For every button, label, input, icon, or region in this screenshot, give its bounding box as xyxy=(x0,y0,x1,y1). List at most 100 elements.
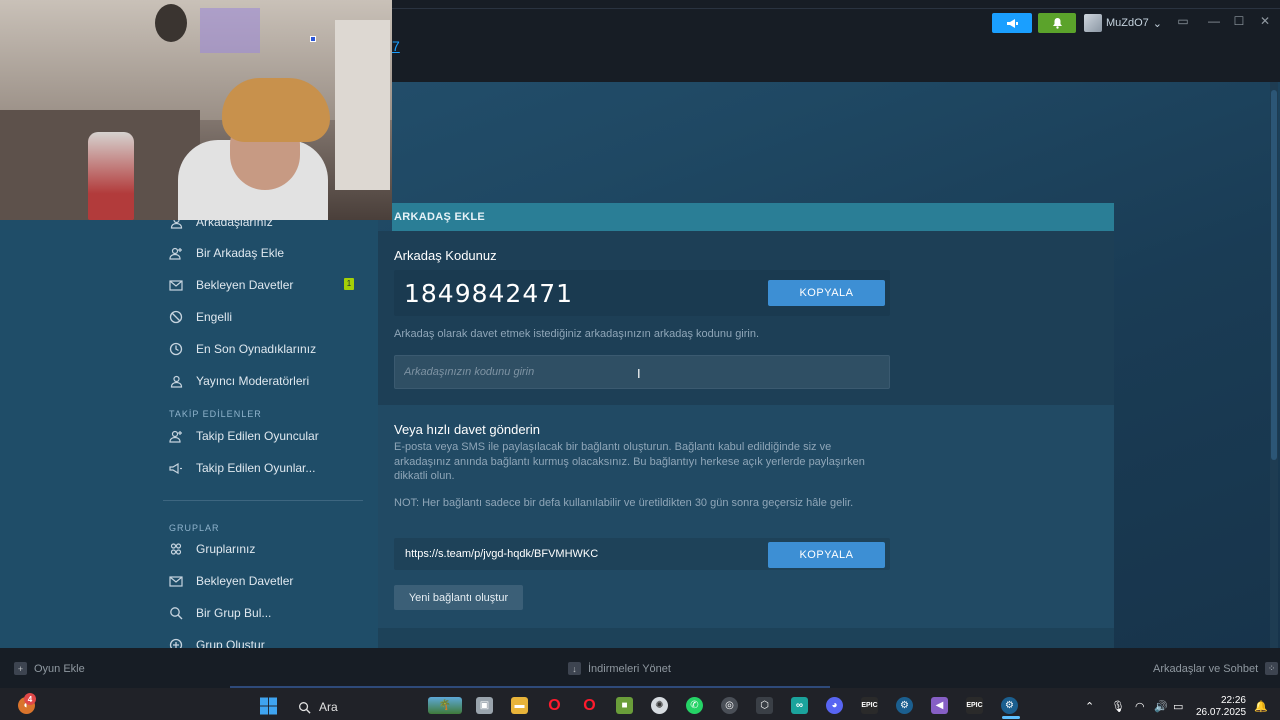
sidebar-item-blocked[interactable]: Engelli xyxy=(168,307,232,327)
username: MuZdO7 xyxy=(1106,17,1149,29)
megaphone-icon xyxy=(1006,18,1018,28)
minecraft-icon[interactable]: ■ xyxy=(616,697,633,714)
whatsapp-icon[interactable]: ✆ xyxy=(686,697,703,714)
scrollbar-thumb[interactable] xyxy=(1271,90,1277,460)
volume-icon[interactable]: 🔊 xyxy=(1154,700,1168,713)
steam-icon[interactable]: ⚙ xyxy=(896,697,913,714)
friends-chat-button[interactable]: Arkadaşlar ve Sohbet ⁘ xyxy=(1153,662,1279,675)
avatar xyxy=(1084,14,1102,32)
chatgpt-icon[interactable]: ✺ xyxy=(651,697,668,714)
quick-invite-note: NOT: Her bağlantı sadece bir defa kullan… xyxy=(394,497,854,509)
start-windows-icon[interactable] xyxy=(260,697,277,714)
webcam-person-hair xyxy=(222,78,330,142)
app-icon[interactable]: ◎ xyxy=(721,697,738,714)
quick-invite-description: E-posta veya SMS ile paylaşılacak bir ba… xyxy=(394,441,865,482)
megaphone-icon xyxy=(168,460,184,476)
add-friend-icon xyxy=(168,428,184,444)
friends-chat-label: Arkadaşlar ve Sohbet xyxy=(1153,662,1259,675)
plus-circle-icon xyxy=(168,637,184,648)
friends-sidebar: Arkadaşlarınız Bir Arkadaş Ekle Bekleyen… xyxy=(0,220,378,648)
active-app-indicator xyxy=(1002,716,1020,719)
sidebar-item-find-group[interactable]: Bir Grup Bul... xyxy=(168,603,271,623)
search-label: Ara xyxy=(319,700,338,714)
taskbar-clock[interactable]: 22:26 26.07.2025 xyxy=(1196,695,1246,719)
friend-code-title: Arkadaş Kodunuz xyxy=(394,248,497,263)
webcam-overlay xyxy=(0,0,392,220)
envelope-icon xyxy=(168,277,184,293)
notification-bell-icon[interactable]: 🔔 xyxy=(1254,700,1268,713)
search-icon xyxy=(168,605,184,621)
friend-code-value: 1849842471 xyxy=(404,279,574,308)
microphone-icon[interactable]: 🎙 xyxy=(1111,700,1125,713)
file-explorer-icon[interactable]: ▬ xyxy=(511,697,528,714)
sidebar-item-your-groups[interactable]: Gruplarınız xyxy=(168,539,255,559)
discord-icon[interactable]: ◕ xyxy=(826,697,843,714)
groups-icon xyxy=(168,541,184,557)
plus-icon: + xyxy=(14,662,27,675)
chevron-down-icon: ⌄ xyxy=(1152,17,1163,30)
visual-studio-icon[interactable]: ◀ xyxy=(931,697,948,714)
sidebar-item-label: Arkadaşlarınız xyxy=(196,220,273,229)
sidebar-item-label: Bekleyen Davetler xyxy=(196,574,294,588)
webcam-poster xyxy=(200,8,260,53)
friend-code-input[interactable] xyxy=(394,355,890,389)
sidebar-item-label: Gruplarınız xyxy=(196,542,256,556)
webcam-door xyxy=(335,20,390,190)
sidebar-item-label: Yayıncı Moderatörleri xyxy=(196,374,310,388)
sidebar-item-recently-played[interactable]: En Son Oynadıklarınız xyxy=(168,339,316,359)
minimize-icon[interactable]: — xyxy=(1205,14,1223,28)
sidebar-item-label: Takip Edilen Oyuncular xyxy=(196,429,319,443)
notifications-button[interactable] xyxy=(1038,13,1076,33)
new-link-button[interactable]: Yeni bağlantı oluştur xyxy=(394,585,523,610)
following-section-header: TAKİP EDİLENLER xyxy=(169,409,262,419)
opera-icon[interactable]: O xyxy=(546,697,563,714)
maximize-icon[interactable]: ☐ xyxy=(1230,14,1248,28)
clock-icon xyxy=(168,341,184,357)
wifi-icon[interactable]: ◠ xyxy=(1135,700,1145,713)
add-game-button[interactable]: + Oyun Ekle xyxy=(14,662,85,675)
manage-downloads-button[interactable]: ↓ İndirmeleri Yönet xyxy=(568,662,671,675)
user-menu[interactable]: MuZdO7 ⌄ xyxy=(1084,13,1164,33)
epic-games-2-icon[interactable]: EPIC xyxy=(966,697,983,714)
sidebar-item-followed-games[interactable]: Takip Edilen Oyunlar... xyxy=(168,458,315,478)
epic-games-icon[interactable]: EPIC xyxy=(861,697,878,714)
sidebar-item-pending-invites[interactable]: Bekleyen Davetler xyxy=(168,275,293,295)
sidebar-item-create-group[interactable]: Grup Oluştur xyxy=(168,635,265,648)
sidebar-item-your-friends[interactable]: Arkadaşlarınız xyxy=(168,220,273,232)
bell-icon xyxy=(1052,18,1062,29)
battery-icon[interactable]: ▭ xyxy=(1173,700,1183,713)
big-picture-icon[interactable]: ▭ xyxy=(1174,14,1192,28)
sidebar-item-add-friend[interactable]: Bir Arkadaş Ekle xyxy=(168,243,284,263)
announcements-button[interactable] xyxy=(992,13,1032,33)
close-icon[interactable]: ✕ xyxy=(1256,14,1274,28)
copy-code-button[interactable]: KOPYALA xyxy=(768,280,885,306)
nav-link-fragment[interactable]: 7 xyxy=(392,38,400,54)
text-cursor-icon: I xyxy=(637,366,641,381)
search-highlight-icon: 🌴 xyxy=(428,697,462,714)
panel-footer xyxy=(378,628,1114,648)
person-icon xyxy=(168,373,184,389)
envelope-icon xyxy=(168,573,184,589)
sidebar-item-group-invites[interactable]: Bekleyen Davetler xyxy=(168,571,293,591)
steam-active-icon[interactable]: ⚙ xyxy=(1001,697,1018,714)
webcam-wall xyxy=(0,0,392,120)
sidebar-item-label: Grup Oluştur xyxy=(196,638,265,648)
sidebar-item-followed-players[interactable]: Takip Edilen Oyuncular xyxy=(168,426,319,446)
invite-link-value: https://s.team/p/jvgd-hqdk/BFVMHWKC xyxy=(405,548,599,560)
chevron-up-icon[interactable]: ⌃ xyxy=(1085,700,1094,713)
titlebar-divider xyxy=(392,8,1280,9)
download-icon: ↓ xyxy=(568,662,581,675)
copy-link-button[interactable]: KOPYALA xyxy=(768,542,885,568)
manage-downloads-label: İndirmeleri Yönet xyxy=(588,662,671,675)
friends-icon: ⁘ xyxy=(1265,662,1279,675)
task-view-icon[interactable]: ▣ xyxy=(476,697,493,714)
cube-app-icon[interactable]: ⬡ xyxy=(756,697,773,714)
sidebar-item-label: Takip Edilen Oyunlar... xyxy=(196,461,316,475)
sidebar-item-broadcast-moderators[interactable]: Yayıncı Moderatörleri xyxy=(168,371,309,391)
pending-invites-badge: 1 xyxy=(344,278,354,290)
add-game-label: Oyun Ekle xyxy=(34,662,85,675)
opera-gx-icon[interactable]: O xyxy=(581,697,598,714)
gamepad-icon[interactable]: ∞ xyxy=(791,697,808,714)
panel-header: ARKADAŞ EKLE xyxy=(392,203,1114,231)
add-friend-icon xyxy=(168,245,184,261)
